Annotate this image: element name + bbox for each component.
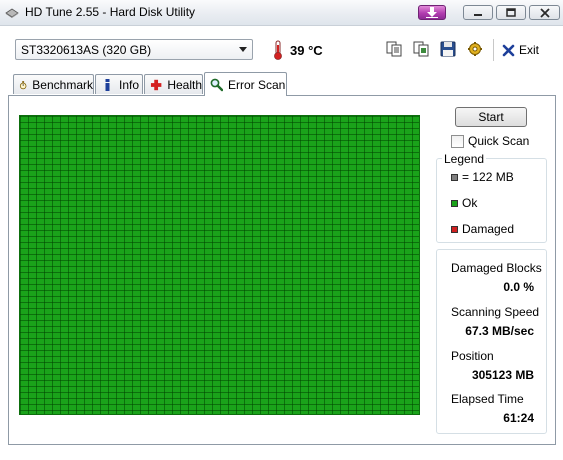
tab-benchmark[interactable]: Benchmark — [13, 74, 94, 94]
tab-health-label: Health — [167, 77, 202, 92]
legend-item-label: Damaged — [462, 222, 515, 236]
elapsed-time-label: Elapsed Time — [451, 392, 524, 406]
title-bar: HD Tune 2.55 - Hard Disk Utility — [0, 0, 563, 26]
legend-swatch-damaged — [451, 225, 458, 233]
damaged-blocks-value: 0.0 % — [503, 280, 534, 294]
health-cross-icon — [150, 79, 162, 90]
quick-scan-label: Quick Scan — [468, 134, 530, 148]
minimize-icon — [474, 13, 482, 16]
legend-swatch-block — [451, 173, 458, 181]
save-icon[interactable] — [440, 41, 456, 57]
legend-item-damaged: Damaged — [451, 222, 514, 236]
tab-benchmark-label: Benchmark — [32, 77, 93, 92]
scan-stats-group — [436, 249, 547, 434]
tab-error-scan[interactable]: Error Scan — [204, 72, 287, 96]
tab-health[interactable]: Health — [144, 74, 203, 94]
options-icon[interactable] — [467, 41, 483, 57]
scan-block-map — [19, 115, 420, 415]
start-button[interactable]: Start — [455, 107, 527, 127]
tab-error-scan-label: Error Scan — [228, 77, 286, 92]
position-value: 305123 MB — [471, 368, 534, 382]
tab-info-label: Info — [119, 77, 140, 92]
thermometer-icon — [274, 40, 282, 60]
elapsed-time-value: 61:24 — [503, 411, 534, 425]
window-title: HD Tune 2.55 - Hard Disk Utility — [25, 5, 196, 19]
damaged-blocks-label: Damaged Blocks — [451, 261, 542, 275]
copy-screenshot-icon[interactable] — [413, 41, 429, 57]
quick-scan-checkbox[interactable] — [451, 134, 464, 148]
legend-item-label: Ok — [462, 196, 478, 210]
exit-label: Exit — [519, 43, 540, 57]
maximize-icon — [506, 8, 516, 17]
position-label: Position — [451, 349, 494, 363]
magnifier-icon — [210, 78, 223, 91]
quick-scan-option[interactable]: Quick Scan — [451, 134, 529, 148]
info-icon — [105, 78, 110, 91]
legend-title: Legend — [442, 152, 487, 166]
toolbar: ST3320613AS (320 GB) 39 °C Exit — [0, 27, 563, 71]
start-button-label: Start — [478, 110, 504, 124]
copy-text-icon[interactable] — [386, 41, 402, 57]
chevron-down-icon — [239, 47, 247, 52]
drive-select[interactable]: ST3320613AS (320 GB) — [15, 39, 253, 60]
close-button[interactable] — [529, 5, 560, 20]
scanning-speed-value: 67.3 MB/sec — [465, 324, 534, 338]
legend-swatch-ok — [451, 199, 458, 207]
legend-item-ok: Ok — [451, 196, 477, 210]
temperature-readout: 39 °C — [290, 43, 323, 58]
close-icon — [539, 7, 550, 18]
legend-item-block-size: = 122 MB — [451, 170, 514, 184]
exit-icon — [502, 44, 515, 56]
drive-select-value: ST3320613AS (320 GB) — [21, 43, 152, 57]
arrow-down-icon — [426, 7, 438, 18]
hdtune-app-icon — [5, 8, 19, 18]
download-extra-button[interactable] — [418, 5, 446, 20]
maximize-button[interactable] — [496, 5, 526, 20]
minimize-button[interactable] — [463, 5, 493, 20]
toolbar-separator — [493, 39, 494, 61]
legend-item-label: = 122 MB — [462, 170, 514, 184]
stopwatch-icon — [19, 80, 27, 89]
exit-button[interactable]: Exit — [502, 40, 539, 60]
tab-info[interactable]: Info — [95, 74, 143, 94]
scanning-speed-label: Scanning Speed — [451, 305, 540, 319]
